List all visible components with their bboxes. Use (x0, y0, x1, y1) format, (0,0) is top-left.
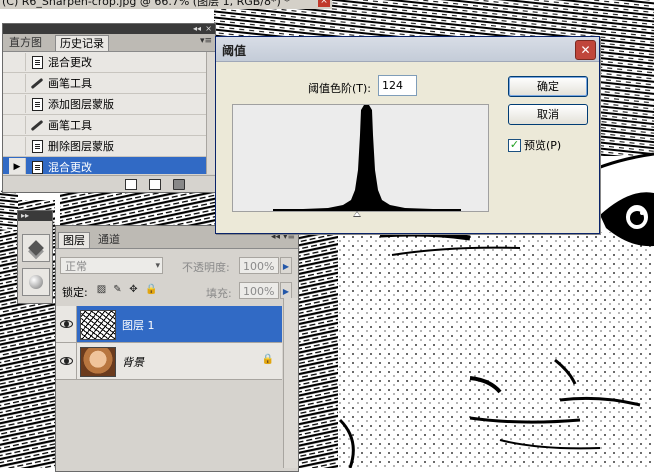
panel-drag-bar[interactable]: ◂◂ × (3, 24, 215, 34)
lock-label: 锁定: (62, 286, 88, 299)
opacity-label: 不透明度: (182, 261, 230, 274)
fill-field[interactable]: 100% (239, 282, 279, 299)
preview-checkbox[interactable]: ✓ (508, 138, 521, 152)
history-scrollbar[interactable] (206, 52, 215, 174)
layers-panel-button[interactable] (22, 234, 50, 262)
dock-expand-icon[interactable]: ▸▸ (18, 211, 52, 221)
document-title-bar[interactable]: (C) R6_Sharpen-crop.jpg @ 66.7% (图层 1, R… (0, 0, 332, 9)
layers-panel: 图层 通道 ◂◂ ▾≡ 正常 ▾ 不透明度: 100% ▶ 锁定: ▨ ✎ ✥ … (55, 225, 299, 472)
history-item-label: 删除图层蒙版 (48, 140, 114, 153)
histogram[interactable] (232, 104, 489, 212)
snapshot-camera-icon[interactable] (149, 179, 161, 190)
history-item[interactable]: 画笔工具 (3, 115, 207, 136)
history-list: 混合更改 画笔工具 添加图层蒙版 画笔工具 删除图层蒙版 ▶ 混合更改 (3, 52, 207, 174)
ok-button[interactable]: 确定 (508, 76, 588, 97)
tab-layers[interactable]: 图层 (58, 232, 90, 248)
trash-icon[interactable] (173, 179, 185, 190)
brush-icon (30, 77, 44, 89)
document-icon (31, 97, 43, 111)
document-icon (31, 139, 43, 153)
panel-menu-icon[interactable]: ▾≡ (200, 36, 212, 46)
layers-icon (28, 240, 44, 256)
visibility-toggle[interactable] (56, 306, 77, 342)
layer-thumbnail (80, 310, 116, 340)
channels-panel-button[interactable] (22, 268, 50, 296)
cancel-button[interactable]: 取消 (508, 104, 588, 125)
blend-mode-select[interactable]: 正常 ▾ (60, 257, 163, 274)
threshold-level-label: 阈值色阶(T): (308, 82, 372, 95)
history-item[interactable]: 删除图层蒙版 (3, 136, 207, 157)
history-item-label: 混合更改 (48, 56, 92, 69)
history-item-label: 添加图层蒙版 (48, 98, 114, 111)
fill-arrow-icon[interactable]: ▶ (280, 282, 292, 299)
lock-transparent-icon[interactable]: ▨ (96, 284, 107, 295)
tab-channels[interactable]: 通道 (94, 232, 124, 247)
document-title: (C) R6_Sharpen-crop.jpg @ 66.7% (图层 1, R… (2, 0, 290, 8)
layer-thumbnail (80, 347, 116, 377)
opacity-arrow-icon[interactable]: ▶ (280, 257, 292, 274)
lock-image-brush-icon[interactable]: ✎ (112, 284, 123, 295)
brush-icon (30, 119, 44, 131)
eye-icon (59, 357, 73, 365)
collapse-icon[interactable]: ◂◂ (193, 24, 201, 34)
close-icon[interactable]: ✕ (575, 40, 596, 60)
history-item-label: 画笔工具 (48, 77, 92, 90)
document-icon (31, 55, 43, 69)
threshold-dialog: 阈值 ✕ 阈值色阶(T): 124 确定 取消 ✓ 预览(P) (215, 36, 600, 234)
dialog-title: 阈值 (222, 44, 247, 58)
layer-row-layer1[interactable]: 图层 1 (56, 306, 282, 343)
sphere-icon (29, 275, 43, 289)
history-panel: ◂◂ × 直方图 历史记录 ▾≡ 混合更改 画笔工具 添加图层蒙版 画笔工具 删… (2, 23, 216, 193)
dialog-titlebar[interactable]: 阈值 ✕ (216, 37, 599, 62)
document-icon (31, 160, 43, 174)
snapshot-source-checkbox[interactable] (9, 95, 26, 113)
history-item-selected[interactable]: ▶ 混合更改 (3, 157, 207, 174)
threshold-level-input[interactable]: 124 (378, 75, 417, 96)
lock-icon: 🔒 (261, 354, 274, 365)
history-item[interactable]: 添加图层蒙版 (3, 94, 207, 115)
tab-histogram[interactable]: 直方图 (5, 35, 46, 50)
chevron-down-icon: ▾ (155, 261, 160, 271)
layer-row-background[interactable]: 背景 🔒 (56, 343, 282, 380)
history-item-label: 画笔工具 (48, 119, 92, 132)
tab-history[interactable]: 历史记录 (55, 35, 109, 51)
history-state-pointer-icon[interactable]: ▶ (9, 158, 26, 174)
history-item[interactable]: 画笔工具 (3, 73, 207, 94)
lock-position-move-icon[interactable]: ✥ (128, 284, 139, 295)
threshold-slider-handle[interactable] (353, 211, 361, 217)
close-icon[interactable]: × (205, 24, 212, 34)
eye-icon (59, 320, 73, 328)
preview-label: 预览(P) (524, 139, 562, 152)
layer-name[interactable]: 背景 (122, 354, 144, 370)
snapshot-source-checkbox[interactable] (9, 137, 26, 155)
blend-mode-value: 正常 (65, 260, 87, 273)
layers-scrollbar[interactable] (283, 298, 298, 468)
panel-dock-strip: ▸▸ (17, 210, 53, 304)
histogram-graph (233, 105, 488, 211)
history-item[interactable]: 混合更改 (3, 52, 207, 73)
fill-label: 填充: (206, 287, 232, 300)
history-item-label: 混合更改 (48, 161, 92, 174)
layer-name[interactable]: 图层 1 (122, 317, 155, 333)
new-document-from-state-icon[interactable] (125, 179, 137, 190)
history-footer (3, 175, 215, 192)
opacity-field[interactable]: 100% (239, 257, 279, 274)
preview-option[interactable]: ✓ 预览(P) (508, 137, 561, 153)
snapshot-source-checkbox[interactable] (9, 116, 26, 134)
snapshot-source-checkbox[interactable] (9, 53, 26, 71)
visibility-toggle[interactable] (56, 343, 77, 379)
history-tabs: 直方图 历史记录 ▾≡ (3, 34, 215, 52)
snapshot-source-checkbox[interactable] (9, 74, 26, 92)
lock-all-icon[interactable]: 🔒 (145, 284, 157, 295)
close-icon[interactable]: × (318, 0, 330, 7)
